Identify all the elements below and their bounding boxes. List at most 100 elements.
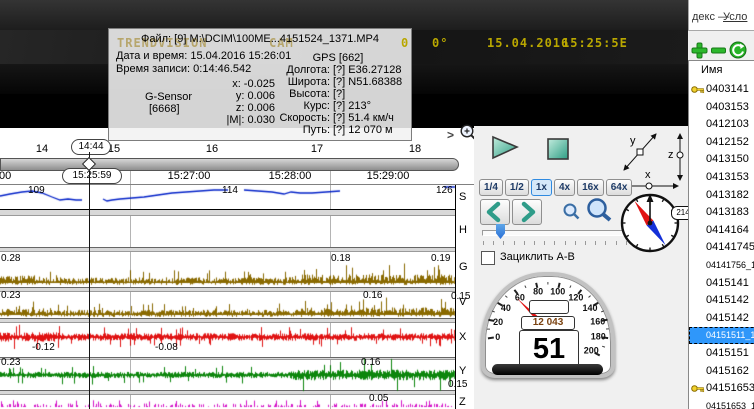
speed-1-4-button[interactable]: 1/4: [479, 179, 503, 196]
info-overlay-panel: TRENDVISION CAM Файл: [9] M:\DCIM\100ME.…: [108, 28, 412, 141]
key-icon: [691, 384, 705, 393]
graph-value-label: -0.12: [32, 342, 55, 353]
list-item[interactable]: 0412152: [689, 134, 754, 151]
gps-label: Долгота:: [264, 64, 330, 76]
gsensor-value: y: 0.006: [171, 90, 275, 102]
speed-1-2-button[interactable]: 1/2: [505, 179, 529, 196]
list-item[interactable]: 04151511_1: [689, 327, 754, 344]
gps-label: Курс:: [264, 100, 330, 112]
gps-title: GPS [662]: [269, 52, 407, 64]
gps-label: Высота:: [264, 88, 330, 100]
speed-1x-button[interactable]: 1x: [531, 179, 552, 196]
seek-slider-thumb[interactable]: [496, 224, 505, 239]
list-item[interactable]: 04151653: [689, 380, 754, 397]
graph-value-label: 0.18: [331, 253, 350, 264]
gps-row: Долгота:[?] E36.27128: [264, 64, 408, 76]
list-item[interactable]: 04141756_1: [689, 257, 754, 274]
list-item[interactable]: 0415142: [689, 292, 754, 309]
speed-4x-button[interactable]: 4x: [554, 179, 575, 196]
list-item[interactable]: 0415162: [689, 363, 754, 380]
list-item[interactable]: 0413153: [689, 169, 754, 186]
list-item[interactable]: 0403141: [689, 81, 754, 98]
zoom-out-button[interactable]: [562, 202, 584, 224]
map-terms-link[interactable]: Усло: [723, 11, 747, 23]
expand-chevron-icon[interactable]: >: [447, 128, 454, 142]
slider-tick: [605, 241, 606, 245]
slider-tick: [575, 241, 576, 245]
gauge-scale-number: 100: [550, 287, 565, 297]
slider-tick: [565, 241, 566, 245]
slider-tick: [534, 241, 535, 245]
odometer-value: 12 043: [521, 316, 575, 330]
list-item[interactable]: 0413150: [689, 151, 754, 168]
cursor-time-bubble: 15:25:59: [62, 168, 122, 184]
gps-label: Путь:: [264, 124, 330, 136]
gps-row: Широта:[?] N51.68388: [264, 76, 408, 88]
refresh-list-button[interactable]: [729, 41, 747, 59]
video-osd-zero: 0: [401, 36, 409, 50]
key-icon: [691, 85, 705, 94]
file-list: Имя 040314104031530412103041215204131500…: [688, 60, 754, 409]
speedometer-gauge: 020406080100120140160180200 12 043 51: [481, 272, 615, 378]
list-item[interactable]: 0415142: [689, 310, 754, 327]
gps-value: [?]: [333, 88, 345, 100]
gps-label: Скорость:: [264, 112, 330, 124]
file-list-header: Имя: [701, 64, 722, 76]
next-frame-button[interactable]: [512, 199, 542, 225]
slider-tick: [554, 241, 555, 245]
position-bubble: 14:44: [71, 139, 111, 155]
prev-frame-button[interactable]: [480, 199, 510, 225]
car-hood-shape: [0, 0, 688, 30]
play-button[interactable]: [490, 135, 520, 161]
waveform-canvas[interactable]: [0, 185, 456, 409]
gps-value: [?] 213°: [333, 100, 371, 112]
gps-label: Широта:: [264, 76, 330, 88]
timeline-time-tick: 00: [0, 170, 11, 182]
file-list-panel: декс — Усло Имя 040314104031530412103041…: [688, 0, 754, 409]
list-item[interactable]: 0414164: [689, 222, 754, 239]
gauge-empty-box: [529, 300, 569, 314]
playback-panel: y z x 1/41/21x4x16x64x Зациклить A-B: [474, 126, 688, 409]
graph-value-label: 109: [28, 185, 45, 196]
channel-letter-Y: Y: [459, 365, 466, 377]
graph-value-label: -0.08: [155, 342, 178, 353]
list-item[interactable]: 0415141: [689, 275, 754, 292]
channel-letter-G: G: [459, 261, 468, 273]
loop-ab-checkbox[interactable]: [481, 251, 495, 265]
list-item[interactable]: 04141745: [689, 239, 754, 256]
gauge-scale-number: 140: [582, 303, 597, 313]
graph-value-label: 0.15: [451, 291, 470, 302]
timeline-time-tick: 15:27:00: [168, 170, 211, 182]
rectime-line: Время записи: 0:14:46.542: [116, 63, 251, 75]
list-item[interactable]: 0403153: [689, 99, 754, 116]
add-file-button[interactable]: [691, 42, 708, 59]
list-item[interactable]: 04151653_1: [689, 398, 754, 409]
slider-tick: [524, 241, 525, 245]
gauge-scale-number: 0: [495, 332, 500, 342]
channel-letter-S: S: [459, 191, 466, 203]
gauge-scale-number: 80: [533, 287, 543, 297]
y-axis-label: y: [630, 135, 636, 147]
zoom-in-button[interactable]: [586, 197, 614, 225]
graph-value-label: 0.05: [369, 393, 388, 404]
remove-file-button[interactable]: [711, 47, 726, 55]
file-path-line: Файл: [9] M:\DCIM\100ME...4151524_1371.M…: [109, 33, 411, 45]
playhead-cursor[interactable]: [89, 152, 90, 409]
x-axis-handle: [646, 183, 652, 189]
list-item[interactable]: 0412103: [689, 116, 754, 133]
list-item[interactable]: 0413182: [689, 187, 754, 204]
graph-value-label: 0.15: [448, 379, 467, 390]
graph-value-label: 0.19: [431, 253, 450, 264]
map-attribution: декс — Усло: [688, 0, 754, 31]
video-osd-heading: 0°: [432, 36, 448, 50]
gsensor-values: x: -0.025y: 0.006z: 0.006|M|: 0.030: [171, 78, 275, 126]
z-axis-handle: [677, 152, 683, 158]
speed-16x-button[interactable]: 16x: [577, 179, 604, 196]
gsensor-value: x: -0.025: [171, 78, 275, 90]
gauge-scale-number: 160: [590, 317, 605, 327]
seek-slider-track[interactable]: [482, 230, 641, 236]
list-item[interactable]: 0413183: [689, 204, 754, 221]
stop-button[interactable]: [546, 137, 570, 161]
list-item[interactable]: 0415151: [689, 345, 754, 362]
timeline-minute-tick: 14: [36, 143, 48, 155]
